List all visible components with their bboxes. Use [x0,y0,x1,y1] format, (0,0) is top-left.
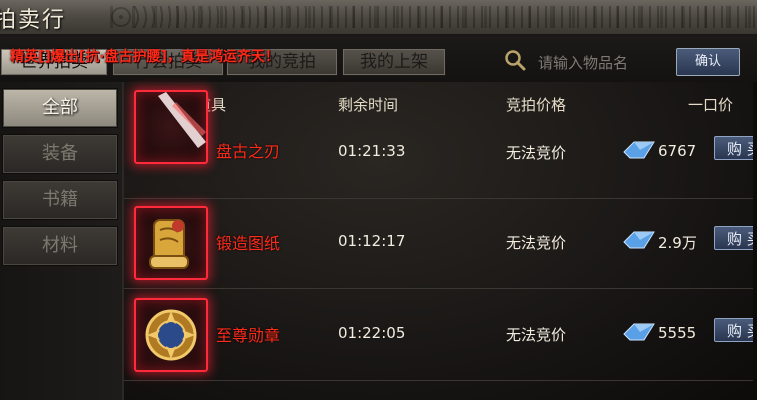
sidebar-item-materials[interactable]: 材料 [2,226,118,266]
diamond-currency-icon [623,323,655,341]
bid-status: 无法竞价 [506,234,567,252]
item-slot[interactable] [134,298,208,372]
sidebar-item-all[interactable]: 全部 [2,88,118,128]
category-sidebar: 全部 装备 书籍 材料 [0,82,124,400]
sidebar-item-equipment[interactable]: 装备 [2,134,118,174]
tab-row: 世界拍卖 行会拍卖 我的竞拍 我的上架 精英[]爆出[抗·盘古护腰]，真是鸿运齐… [0,36,757,82]
sidebar-item-books[interactable]: 书籍 [2,180,118,220]
search-icon[interactable] [504,49,526,71]
confirm-button[interactable]: 确认 [676,48,740,76]
auction-window: 拍卖行 世界拍卖 行会拍卖 我的竞拍 我的上架 精英[]爆出[抗·盘古护腰]，真… [0,0,757,400]
item-name: 至尊勋章 [216,326,281,345]
diamond-currency-icon [623,141,655,159]
table-row[interactable]: 盘古之刃 01:21:33 无法竞价 6767 购 买 [124,90,757,199]
diamond-currency-icon [623,231,655,249]
title-bar-ornament [110,6,757,28]
table-row[interactable]: 至尊勋章 01:22:05 无法竞价 5555 购 买 [124,286,757,381]
item-name: 锻造图纸 [216,234,281,253]
announcement-banner: 精英[]爆出[抗·盘古护腰]，真是鸿运齐天！ [10,49,279,65]
item-slot[interactable] [134,206,208,280]
item-slot[interactable] [134,90,208,164]
item-name: 盘古之刃 [216,142,281,161]
scroll-icon [149,219,189,269]
remaining-time: 01:21:33 [338,142,406,160]
table-row[interactable]: 锻造图纸 01:12:17 无法竞价 2.9万 购 买 [124,194,757,289]
remaining-time: 01:12:17 [338,232,406,250]
search-input[interactable] [536,50,680,76]
remaining-time: 01:22:05 [338,324,406,342]
medal-icon [145,309,197,361]
bid-status: 无法竞价 [506,326,567,344]
tab-my-listings[interactable]: 我的上架 [342,48,446,76]
scrollbar[interactable] [753,82,757,400]
buy-button[interactable]: 购 买 [714,318,757,342]
title-bar: 拍卖行 [0,0,757,36]
buy-button[interactable]: 购 买 [714,136,757,160]
buyout-price: 5555 [658,324,697,342]
window-title: 拍卖行 [0,8,67,33]
buyout-price: 2.9万 [658,234,697,252]
blade-icon [158,92,206,148]
buyout-price: 6767 [658,142,697,160]
buy-button[interactable]: 购 买 [714,226,757,250]
bid-status: 无法竞价 [506,144,567,162]
